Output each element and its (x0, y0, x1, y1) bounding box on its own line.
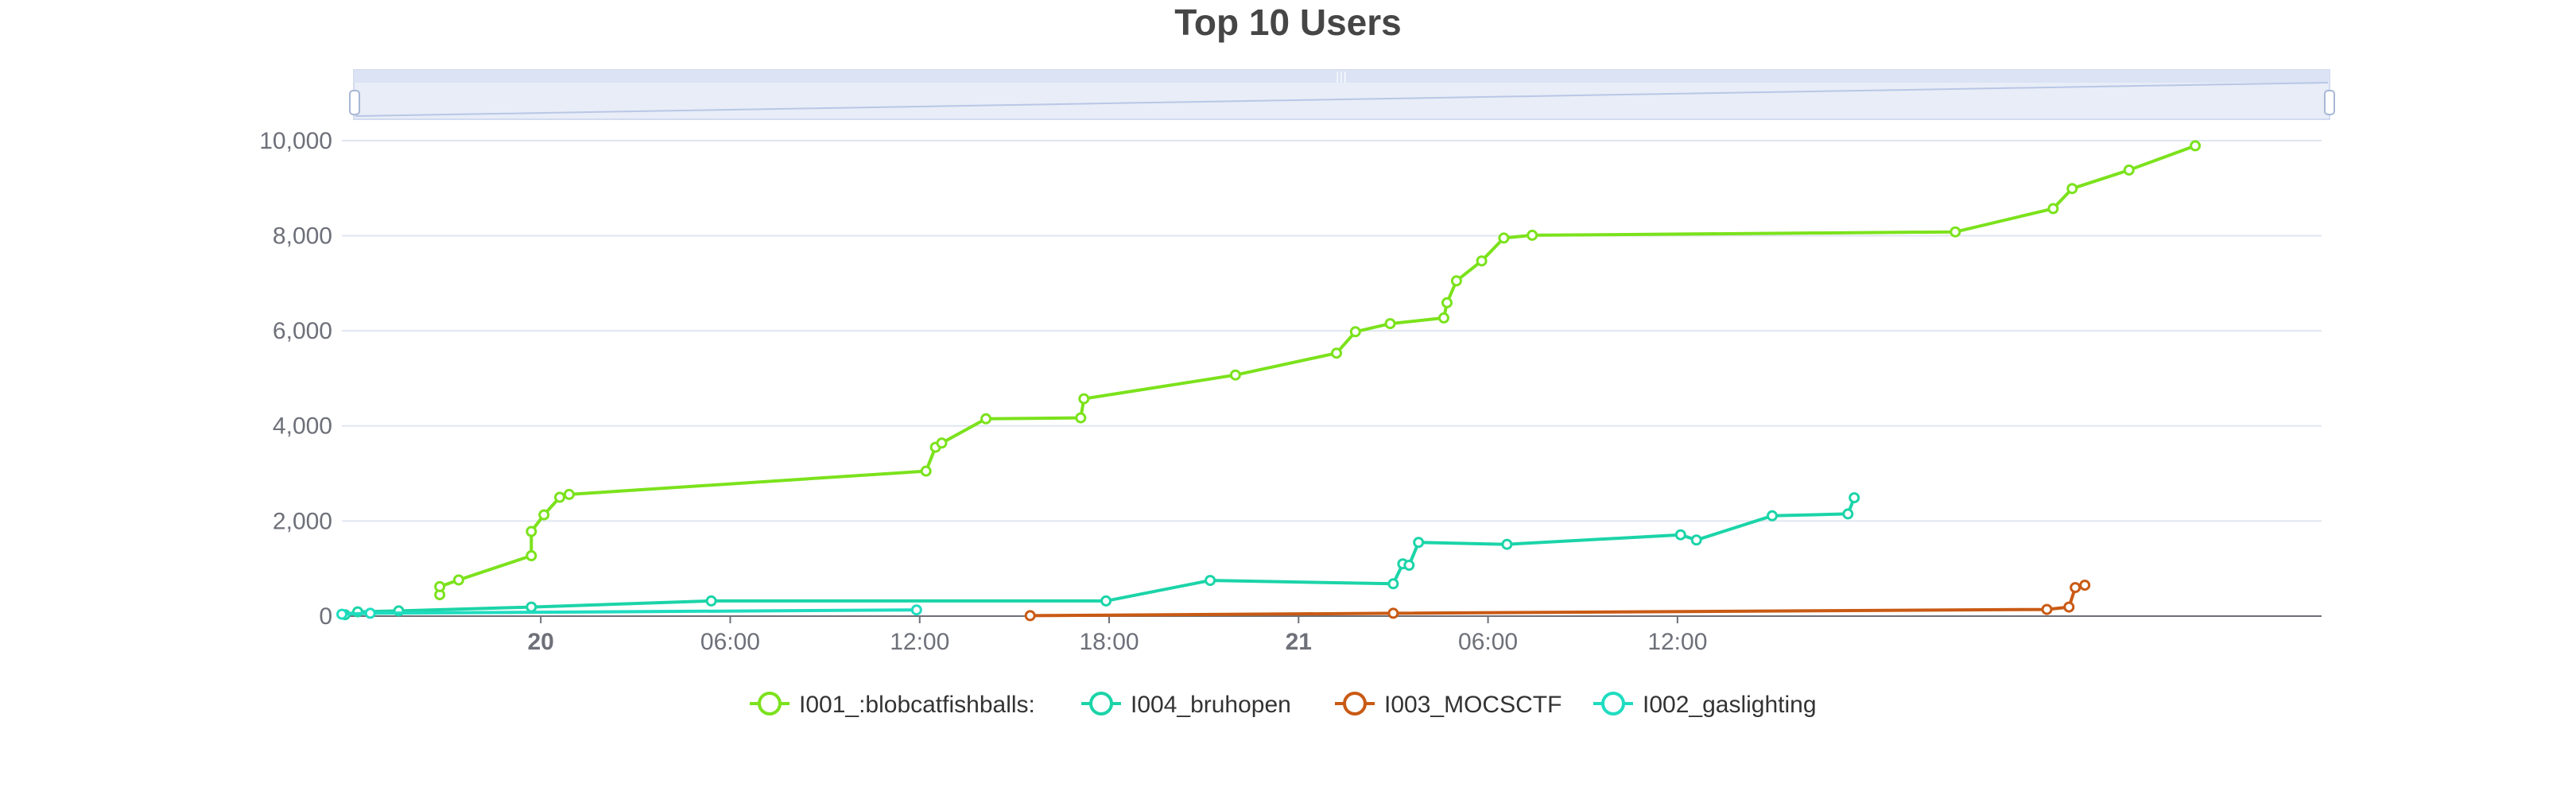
legend-circle-icon (1601, 692, 1625, 716)
series-line (1030, 584, 2085, 618)
data-point[interactable] (980, 413, 992, 425)
x-tick-label: 20 (528, 629, 554, 655)
data-point[interactable] (2047, 203, 2059, 215)
data-point[interactable] (920, 465, 932, 477)
data-point[interactable] (1384, 318, 1396, 330)
legend[interactable]: I001_:blobcatfishballs: I004_bruhopen I003… (750, 692, 1817, 718)
series-1 (339, 492, 1860, 621)
data-point[interactable] (2079, 580, 2091, 591)
series-0 (434, 140, 2202, 601)
data-point[interactable] (1387, 578, 1399, 590)
legend-item[interactable]: I004_bruhopen (1081, 692, 1291, 718)
data-point[interactable] (1842, 508, 1854, 520)
data-point[interactable] (910, 604, 922, 616)
data-point[interactable] (2123, 164, 2135, 176)
y-axis-tick-labels: 0 2,000 4,000 6,000 8,000 10,000 (259, 128, 332, 630)
x-axis-ticks: 20 06:00 12:00 18:00 21 06:00 12:00 (528, 616, 1707, 655)
datazoom-handle-left[interactable] (349, 90, 360, 115)
data-point[interactable] (1498, 232, 1510, 244)
data-point[interactable] (364, 607, 376, 619)
data-point[interactable] (1387, 607, 1399, 619)
data-point[interactable] (1690, 534, 1702, 546)
legend-item[interactable]: I002_gaslighting (1593, 692, 1817, 718)
legend-label: I003_MOCSCTF (1384, 692, 1562, 718)
data-point[interactable] (1349, 326, 1361, 338)
data-point[interactable] (2041, 603, 2053, 615)
legend-item[interactable]: I001_:blobcatfishballs: (750, 692, 1035, 718)
data-point[interactable] (1331, 347, 1342, 359)
datazoom-slider[interactable]: ||| (349, 69, 2335, 120)
data-point[interactable] (1476, 255, 1488, 267)
legend-label: I002_gaslighting (1643, 692, 1817, 718)
data-point[interactable] (452, 574, 464, 586)
data-point[interactable] (1949, 226, 1961, 238)
y-tick-label: 10,000 (259, 128, 332, 154)
data-point[interactable] (2070, 582, 2081, 594)
data-point[interactable] (526, 550, 537, 561)
data-point[interactable] (1849, 492, 1860, 504)
y-tick-label: 2,000 (273, 508, 332, 534)
legend-label: I004_bruhopen (1131, 692, 1291, 718)
data-point[interactable] (336, 608, 347, 620)
series-line (438, 144, 2196, 595)
data-point[interactable] (2190, 140, 2202, 152)
y-tick-label: 4,000 (273, 413, 332, 440)
data-point[interactable] (2066, 183, 2078, 195)
datazoom-handle-right[interactable] (2324, 90, 2335, 115)
data-point[interactable] (1229, 369, 1241, 381)
data-point[interactable] (2063, 601, 2075, 613)
y-tick-label: 8,000 (273, 223, 332, 249)
legend-circle-icon (1089, 692, 1113, 716)
data-point[interactable] (1450, 275, 1462, 287)
data-point[interactable] (1205, 575, 1216, 587)
data-point[interactable] (1438, 312, 1449, 324)
data-point[interactable] (1075, 412, 1087, 424)
data-point[interactable] (1403, 560, 1415, 571)
y-tick-label: 6,000 (273, 318, 332, 344)
data-point[interactable] (554, 491, 565, 503)
grid-lines (342, 139, 2322, 522)
data-point[interactable] (1078, 393, 1090, 405)
legend-circle-icon (758, 692, 782, 716)
x-tick-label: 18:00 (1079, 629, 1139, 655)
y-tick-label: 0 (319, 603, 332, 630)
data-point[interactable] (1441, 297, 1453, 308)
data-point[interactable] (563, 488, 575, 500)
data-point[interactable] (705, 595, 717, 607)
legend-circle-icon (1343, 692, 1367, 716)
legend-label: I001_:blobcatfishballs: (799, 692, 1035, 718)
datazoom-slider-grip-icon[interactable]: ||| (1336, 71, 1347, 83)
x-tick-label: 06:00 (1458, 629, 1518, 655)
data-point[interactable] (526, 525, 537, 537)
data-point[interactable] (1100, 595, 1112, 607)
x-tick-label: 12:00 (1647, 629, 1707, 655)
chart: Top 10 Users ||| 0 2,000 4,000 6,000 8,000 10… (259, 2, 2335, 718)
x-tick-label: 21 (1286, 629, 1312, 655)
legend-item[interactable]: I003_MOCSCTF (1335, 692, 1562, 718)
data-point[interactable] (1024, 610, 1036, 622)
data-point[interactable] (526, 601, 537, 613)
data-point[interactable] (538, 509, 550, 521)
x-tick-label: 06:00 (700, 629, 760, 655)
data-point[interactable] (434, 580, 446, 592)
data-point[interactable] (1527, 229, 1538, 241)
x-tick-label: 12:00 (890, 629, 949, 655)
data-point[interactable] (1501, 538, 1513, 550)
series-lines (336, 140, 2202, 622)
data-point[interactable] (1413, 537, 1425, 549)
chart-title: Top 10 Users (1174, 2, 1401, 43)
series-line (344, 497, 1856, 617)
data-point[interactable] (1674, 529, 1686, 541)
data-point[interactable] (936, 437, 948, 449)
data-point[interactable] (1767, 510, 1778, 522)
